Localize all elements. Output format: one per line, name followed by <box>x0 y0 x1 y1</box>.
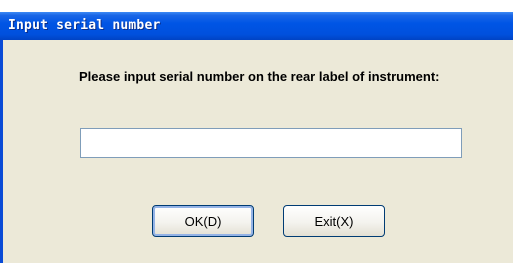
ok-button[interactable]: OK(D) <box>152 205 254 237</box>
exit-button[interactable]: Exit(X) <box>283 205 385 237</box>
serial-prompt-label: Please input serial number on the rear l… <box>79 69 440 84</box>
window-title: Input serial number <box>8 18 161 33</box>
serial-number-input[interactable] <box>80 128 462 158</box>
title-bar[interactable]: Input serial number <box>0 12 513 40</box>
serial-number-dialog: Input serial number Please input serial … <box>0 12 513 263</box>
top-caption-strip <box>0 0 513 12</box>
